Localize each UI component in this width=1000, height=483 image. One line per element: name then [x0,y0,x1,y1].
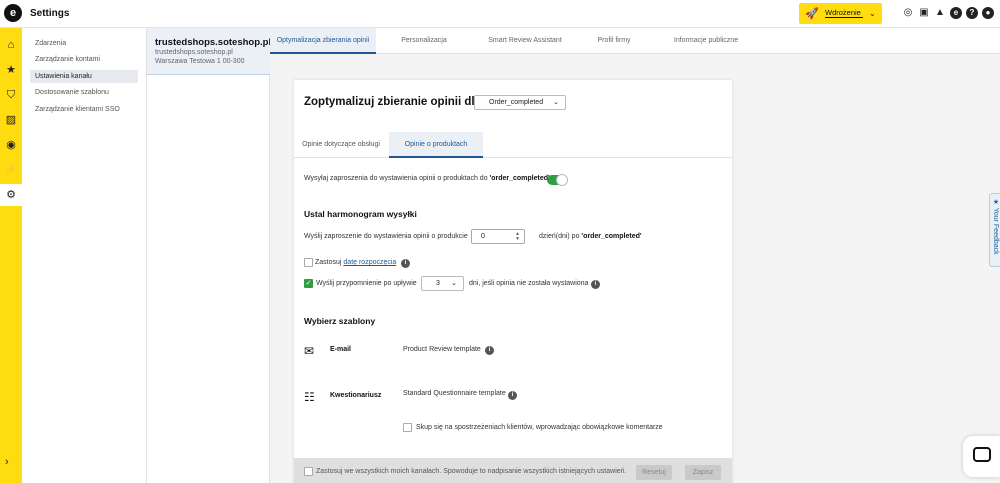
reminder-label: Wyślij przypomnienie po upływie [316,280,417,287]
info-icon[interactable]: i [591,280,600,289]
days-after-value: 0 [481,233,485,240]
review-type-tabs: Opinie dotyczące obsługi Opinie o produk… [294,132,732,158]
apply-all-channels-checkbox[interactable] [304,467,313,476]
card-footer: Zastosuj we wszystkich moich kanałach. S… [294,458,732,483]
nav-item-channel-settings[interactable]: Ustawienia kanału [30,70,138,83]
bell-icon[interactable]: ▲ [934,7,946,19]
settings-nav: Zdarzenia Zarządzanie kontami Ustawienia… [22,28,147,483]
deploy-label: Wdrożenie [825,8,861,17]
start-date-link[interactable]: datę rozpoczęcia [343,259,396,266]
channel-name: trustedshops.soteshop.pl [155,37,272,48]
header-icons: ◎ ▣ ▲ e ? ● [902,7,994,19]
tab-smart-review-assistant[interactable]: Smart Review Assistant [475,28,575,54]
chat-bubble-icon [973,447,991,462]
questionnaire-icon: ☷ [304,390,315,404]
chat-widget[interactable] [963,436,1000,477]
deploy-progress-underline [825,17,863,18]
shield-icon[interactable]: ⛉ [4,88,18,102]
reminder-checkbox[interactable]: ✓ [304,279,313,288]
deploy-dropdown-button[interactable]: 🚀 Wdrożenie ⌄ [799,3,882,24]
mandatory-comments-checkbox[interactable] [403,423,412,432]
invite-toggle[interactable] [547,174,568,186]
gift-icon[interactable]: ▣ [918,7,930,19]
reset-button[interactable]: Resetuj [636,465,672,480]
tab-company-profile[interactable]: Profil firmy [586,28,642,54]
icon-rail: ⌂ ★ ⛉ ▨ ◉ ⚡ ⚙ › [0,28,22,483]
chart-icon[interactable]: ▨ [4,113,18,127]
etrusted-logo[interactable]: e [4,4,22,22]
gear-icon[interactable]: ⚙ [0,184,22,206]
send-invite-label: Wyślij zaproszenie do wystawienia opinii… [304,233,468,240]
tab-public-information[interactable]: Informacje publiczne [667,28,745,54]
send-invite-suffix: dzień(dni) po 'order_completed' [539,233,642,240]
send-suffix-text: dzień(dni) po [539,233,582,240]
rocket-icon: 🚀 [805,8,819,20]
channel-address: Warszawa Testowa 1 00-300 [155,58,245,65]
page-title: Settings [30,8,70,19]
chevron-down-icon: ⌄ [451,280,457,287]
home-icon[interactable]: ⌂ [4,38,18,52]
channel-tabs: Optymalizacja zbierania opinii Personali… [270,28,1000,54]
nav-item-template-customization[interactable]: Dostosowanie szablonu [30,86,138,99]
schedule-title: Ustal harmonogram wysyłki [304,209,417,219]
channel-url: trustedshops.soteshop.pl [155,49,233,56]
start-date-label: Zastosuj datę rozpoczęcia [315,259,396,266]
invite-toggle-label: Wysyłaj zaproszenia do wystawienia opini… [304,175,550,182]
reminder-suffix: dni, jeśli opinia nie została wystawiona [469,280,589,287]
channel-list: trustedshops.soteshop.pl trustedshops.so… [147,28,272,483]
card-title: Zoptymalizuj zbieranie opinii dla: [304,96,485,108]
top-bar: e Settings 🚀 Wdrożenie ⌄ ◎ ▣ ▲ e ? ● [0,0,1000,28]
nav-item-sso-clients[interactable]: Zarządzanie klientami SSO [30,103,138,116]
apply-all-channels-label: Zastosuj we wszystkich moich kanałach. S… [316,468,627,475]
nav-item-events[interactable]: Zdarzenia [30,37,138,50]
questionnaire-template-value[interactable]: Standard Questionnaire template [403,390,506,397]
user-icon[interactable]: ● [982,7,994,19]
tab-product-reviews[interactable]: Opinie o produktach [389,132,483,158]
start-date-prefix: Zastosuj [315,259,344,266]
days-after-input[interactable]: 0 ▲ ▼ [471,229,525,244]
stepper-icon[interactable]: ▲ ▼ [515,232,520,242]
feedback-label: ★ Your Feedback [992,198,999,255]
feedback-tab[interactable]: ★ Your Feedback [989,193,1000,267]
nav-item-account-management[interactable]: Zarządzanie kontami [30,53,138,66]
chevron-down-icon: ⌄ [869,9,876,18]
tab-personalization[interactable]: Personalizacja [388,28,460,54]
plug-icon[interactable]: ⚡ [4,163,18,177]
event-select-value: Order_completed [489,99,544,106]
channel-card[interactable]: trustedshops.soteshop.pl trustedshops.so… [147,28,272,75]
toggle-knob [556,174,568,186]
fingerprint-icon[interactable]: ◎ [902,7,914,19]
send-suffix-event: 'order_completed' [581,233,642,240]
info-icon[interactable]: i [401,259,410,268]
star-icon[interactable]: ★ [4,63,18,77]
templates-title: Wybierz szablony [304,316,376,326]
info-icon[interactable]: i [508,391,517,400]
email-label: E-mail [330,346,352,353]
reminder-days-value: 3 [436,280,440,287]
tab-service-reviews[interactable]: Opinie dotyczące obsługi [294,132,388,158]
email-template-value[interactable]: Product Review template [403,346,481,353]
etrusted-icon[interactable]: ◉ [4,138,18,152]
etrusted-icon[interactable]: e [950,7,962,19]
reminder-days-select[interactable]: 3 ⌄ [421,276,464,291]
questionnaire-label: Kwestionariusz [330,392,382,399]
chevron-right-icon[interactable]: › [5,456,9,468]
optimization-card: Zoptymalizuj zbieranie opinii dla: Order… [294,80,732,483]
envelope-icon: ✉ [304,344,315,358]
start-date-checkbox[interactable] [304,258,313,267]
mandatory-comments-label: Skup się na spostrzeżeniach klientów, wp… [416,424,663,431]
invite-label-event: 'order_completed' [489,175,550,182]
save-button[interactable]: Zapisz [685,465,721,480]
help-icon[interactable]: ? [966,7,978,19]
invite-label-prefix: Wysyłaj zaproszenia do wystawienia opini… [304,175,490,182]
chevron-down-icon: ⌄ [553,99,559,106]
tab-review-collection-optimization[interactable]: Optymalizacja zbierania opinii [270,28,376,54]
info-icon[interactable]: i [485,346,494,355]
event-select[interactable]: Order_completed ⌄ [474,95,566,110]
